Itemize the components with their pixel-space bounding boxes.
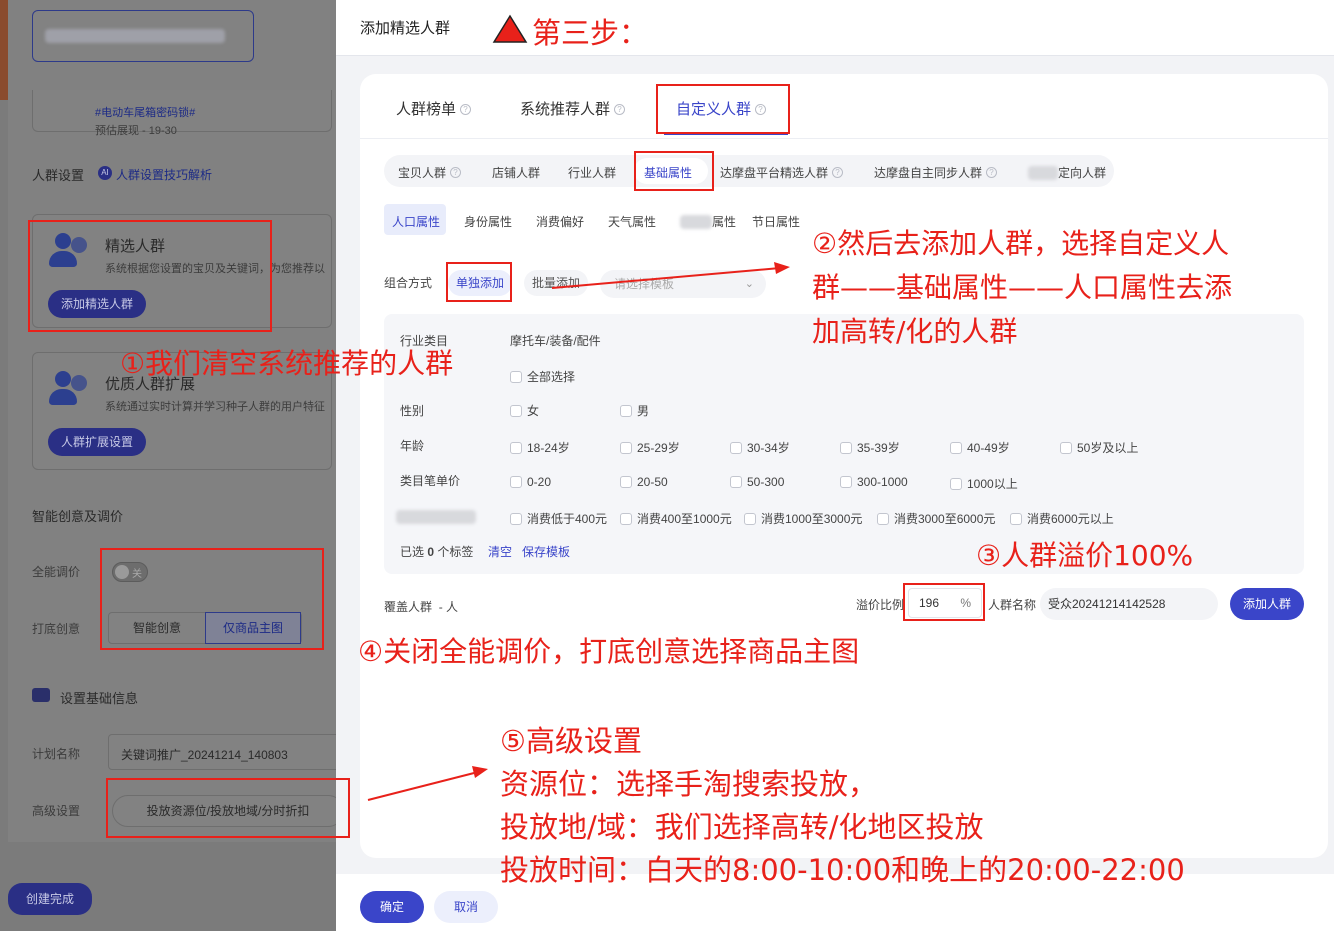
- price-checkbox[interactable]: 1000以上: [950, 475, 1018, 492]
- step3-annotation: 第三步：: [532, 16, 649, 50]
- note3-annotation: ③人群溢价100%: [976, 539, 1194, 572]
- full-adjust-label: 全能调价: [32, 565, 81, 579]
- keyword-tag: #电动车尾箱密码锁#: [95, 107, 196, 119]
- gender-male-checkbox[interactable]: 男: [620, 402, 649, 419]
- template-select[interactable]: 请选择模板 ⌄: [600, 270, 766, 298]
- premium-label: 溢价比例: [856, 598, 905, 612]
- spend-checkbox[interactable]: 消费低于400元: [510, 510, 607, 527]
- question-icon: ?: [614, 104, 626, 115]
- subtab-bar: 宝贝人群? 店铺人群 行业人群 基础属性 达摩盘平台精选人群? 达摩盘自主同步人…: [384, 155, 1114, 187]
- question-icon: ?: [450, 167, 462, 178]
- age-checkbox[interactable]: 50岁及以上: [1060, 439, 1138, 456]
- age-checkbox[interactable]: 18-24岁: [510, 439, 570, 456]
- spend-checkbox[interactable]: 消费1000至3000元: [744, 510, 862, 527]
- blurred-product: [45, 29, 225, 43]
- audience-tips-link[interactable]: 人群设置技巧解析: [116, 166, 212, 183]
- chevron-down-icon: ⌄: [744, 278, 754, 290]
- age-checkbox[interactable]: 30-34岁: [730, 439, 790, 456]
- highlight-basic-attr: [634, 151, 714, 191]
- combine-label: 组合方式: [384, 276, 433, 290]
- plan-name-input[interactable]: 关键词推广_20241214_140803: [108, 734, 336, 770]
- save-template-link[interactable]: 保存模板: [522, 543, 570, 560]
- gender-female-checkbox[interactable]: 女: [510, 402, 539, 419]
- edge-tab: [0, 0, 8, 100]
- price-checkbox[interactable]: 0-20: [510, 475, 551, 489]
- question-icon: ?: [460, 104, 472, 115]
- subtab-store-audience[interactable]: 店铺人群: [492, 164, 540, 181]
- ai-badge-icon: AI: [98, 166, 112, 180]
- price-checkbox[interactable]: 20-50: [620, 475, 668, 489]
- highlight-creative: [100, 548, 324, 650]
- clear-link[interactable]: 清空: [488, 543, 512, 560]
- attr-tab-identity[interactable]: 身份属性: [464, 213, 512, 230]
- select-all-checkbox[interactable]: 全部选择: [510, 368, 575, 385]
- people-icon: [47, 371, 93, 413]
- price-checkbox[interactable]: 50-300: [730, 475, 784, 489]
- audience-name-input[interactable]: 受众20241214142528: [1040, 588, 1218, 620]
- attr-tab-weather[interactable]: 天气属性: [608, 213, 656, 230]
- audience-name-label: 人群名称: [988, 598, 1037, 612]
- subtab-industry-audience[interactable]: 行业人群: [568, 164, 616, 181]
- coverage-label: 覆盖人群 - 人: [384, 600, 459, 614]
- audience-section-title: 人群设置: [32, 168, 85, 183]
- age-checkbox[interactable]: 40-49岁: [950, 439, 1010, 456]
- plan-form: #电动车尾箱密码锁# 预估展现 - 19-30 人群设置 AI 人群设置技巧解析…: [8, 0, 336, 842]
- keyword-box: #电动车尾箱密码锁# 预估展现 - 19-30: [32, 90, 332, 137]
- note2-annotation: ②然后去添加人群，选择自定义人 群——基础属性——人口属性去添 加高转/化的人群: [812, 227, 1233, 348]
- spend-label-blurred: [396, 510, 476, 524]
- estimate-text: 预估展现 - 19-30: [95, 125, 177, 137]
- highlight-selected-audience: [28, 220, 272, 332]
- attr-tab-consumption[interactable]: 消费偏好: [536, 213, 584, 230]
- product-search-box[interactable]: [32, 10, 254, 62]
- add-audience-button[interactable]: 添加人群: [1230, 588, 1304, 620]
- subtab-dmp-platform[interactable]: 达摩盘平台精选人群?: [720, 164, 844, 181]
- tab-audience-ranking[interactable]: 人群榜单?: [396, 98, 472, 119]
- selected-summary: 已选 0 个标签: [400, 545, 474, 559]
- subtab-dmp-sync[interactable]: 达摩盘自主同步人群?: [874, 164, 998, 181]
- spend-checkbox[interactable]: 消费6000元以上: [1010, 510, 1114, 527]
- drawer-title: 添加精选人群: [360, 20, 451, 37]
- camera-icon: [32, 688, 50, 702]
- price-checkbox[interactable]: 300-1000: [840, 475, 908, 489]
- note4-annotation: ④关闭全能调价，打底创意选择商品主图: [358, 635, 860, 668]
- cancel-button[interactable]: 取消: [434, 891, 498, 923]
- create-finish-button[interactable]: 创建完成: [8, 883, 92, 915]
- quality-card-desc: 系统通过实时计算并学习种子人群的用户特征: [105, 401, 325, 413]
- attr-tab-population[interactable]: 人口属性: [392, 213, 440, 230]
- smart-section-title: 智能创意及调价: [32, 509, 124, 524]
- price-label: 类目笔单价: [400, 474, 461, 488]
- gender-label: 性别: [400, 404, 425, 418]
- highlight-single-add: [446, 262, 512, 302]
- tabs-divider: [360, 138, 1328, 139]
- confirm-button[interactable]: 确定: [360, 891, 424, 923]
- highlight-custom-tab: [656, 84, 790, 134]
- subtab-item-audience[interactable]: 宝贝人群?: [398, 164, 462, 181]
- drawer-header: 添加精选人群: [336, 0, 1334, 56]
- note5-annotation: ⑤高级设置 资源位：选择手淘搜索投放， 投放地/域：我们选择高转/化地区投放 投…: [500, 724, 1185, 887]
- age-label: 年龄: [400, 439, 425, 453]
- spend-checkbox[interactable]: 消费3000至6000元: [877, 510, 995, 527]
- question-icon: ?: [832, 167, 844, 178]
- mode-batch-button[interactable]: 批量添加: [524, 270, 588, 296]
- highlight-advanced: [106, 778, 350, 838]
- note1-annotation: ①我们清空系统推荐的人群: [120, 347, 454, 380]
- spend-checkbox[interactable]: 消费400至1000元: [620, 510, 732, 527]
- subtab-targeted-audience[interactable]: 定向人群: [1028, 164, 1106, 181]
- age-checkbox[interactable]: 25-29岁: [620, 439, 680, 456]
- base-creative-label: 打底创意: [32, 622, 81, 636]
- audience-expand-button[interactable]: 人群扩展设置: [48, 428, 146, 456]
- industry-value: 摩托车/装备/配件: [510, 334, 601, 348]
- plan-name-label: 计划名称: [32, 747, 81, 761]
- question-icon: ?: [986, 167, 998, 178]
- attr-tab-hidden[interactable]: 属性: [680, 213, 736, 230]
- advanced-label: 高级设置: [32, 804, 81, 818]
- basic-info-title: 设置基础信息: [60, 691, 139, 706]
- highlight-premium: [903, 583, 985, 621]
- tab-system-recommended[interactable]: 系统推荐人群?: [520, 98, 626, 119]
- attr-tab-holiday[interactable]: 节日属性: [752, 213, 800, 230]
- age-checkbox[interactable]: 35-39岁: [840, 439, 900, 456]
